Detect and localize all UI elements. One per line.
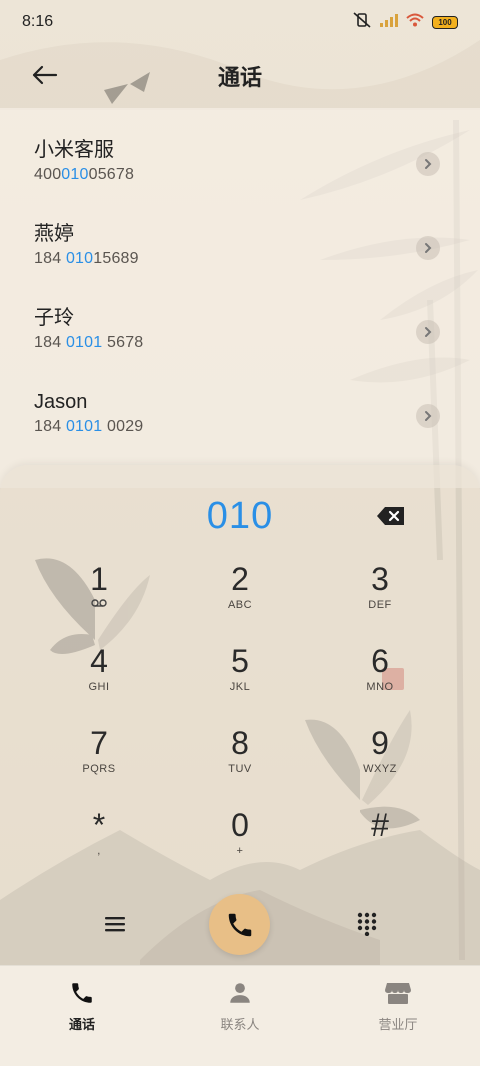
wifi-icon bbox=[406, 13, 424, 32]
person-icon bbox=[225, 978, 255, 1008]
page-title: 通话 bbox=[217, 65, 262, 90]
contact-number: 184 0101 5678 bbox=[34, 334, 144, 351]
key-digit: 7 bbox=[90, 725, 108, 761]
key-8[interactable]: 8 TUV bbox=[185, 725, 295, 799]
dialpad-icon bbox=[357, 912, 377, 936]
phone-icon bbox=[67, 978, 97, 1008]
key-digit: 8 bbox=[231, 725, 249, 761]
status-time: 8:16 bbox=[22, 13, 54, 30]
details-chevron-button[interactable] bbox=[416, 320, 440, 344]
contact-suggestions: 小米客服 40001005678 燕婷 184 01015689 子玲 184 … bbox=[0, 108, 480, 488]
details-chevron-button[interactable] bbox=[416, 152, 440, 176]
key-5[interactable]: 5 JKL bbox=[185, 643, 295, 717]
dialer-action-row bbox=[0, 893, 480, 957]
nav-label: 联系人 bbox=[220, 1017, 260, 1032]
contact-item[interactable]: 子玲 184 0101 5678 bbox=[0, 276, 480, 360]
key-letters: ABC bbox=[227, 599, 253, 611]
key-letters: DEF bbox=[368, 599, 392, 611]
key-letters: + bbox=[236, 845, 244, 857]
menu-icon bbox=[105, 917, 125, 932]
dialer-panel: 010 1 2 ABC 3 DEF 4 GHI 5 JKL 6 MNO 7 PQ… bbox=[0, 465, 480, 965]
chevron-right-icon bbox=[425, 327, 432, 337]
contact-name: 燕婷 bbox=[34, 223, 74, 245]
key-3[interactable]: 3 DEF bbox=[325, 561, 435, 635]
signal-icon bbox=[380, 13, 398, 32]
key-letters: PQRS bbox=[82, 763, 116, 775]
chevron-right-icon bbox=[425, 159, 432, 169]
store-icon bbox=[383, 978, 413, 1008]
nav-calls[interactable]: 通话 bbox=[22, 978, 142, 1038]
nav-label: 通话 bbox=[68, 1017, 95, 1032]
backspace-button[interactable] bbox=[376, 505, 406, 527]
status-icons: 100 bbox=[352, 11, 458, 33]
key-4[interactable]: 4 GHI bbox=[44, 643, 154, 717]
key-9[interactable]: 9 WXYZ bbox=[325, 725, 435, 799]
key-7[interactable]: 7 PQRS bbox=[44, 725, 154, 799]
nav-store[interactable]: 营业厅 bbox=[338, 978, 458, 1038]
nav-label: 营业厅 bbox=[378, 1017, 418, 1032]
back-button[interactable] bbox=[28, 58, 62, 92]
nav-contacts[interactable]: 联系人 bbox=[180, 978, 300, 1038]
menu-button[interactable] bbox=[98, 907, 132, 941]
backspace-icon bbox=[377, 507, 404, 525]
key-digit: 5 bbox=[231, 643, 249, 679]
contact-name: 小米客服 bbox=[34, 139, 114, 161]
key-digit: 6 bbox=[371, 643, 389, 679]
header: 通话 bbox=[0, 44, 480, 108]
contact-item[interactable]: 燕婷 184 01015689 bbox=[0, 192, 480, 276]
key-letters: MNO bbox=[366, 681, 394, 693]
key-digit: 2 bbox=[231, 561, 249, 597]
keypad-toggle-button[interactable] bbox=[350, 907, 384, 941]
key-digit: 9 bbox=[371, 725, 389, 761]
key-digit: 3 bbox=[371, 561, 389, 597]
chevron-right-icon bbox=[425, 411, 432, 421]
key-0[interactable]: 0 + bbox=[185, 807, 295, 881]
contact-item[interactable]: Jason 184 0101 0029 bbox=[0, 360, 480, 444]
key-letters: , bbox=[97, 845, 101, 857]
key-1[interactable]: 1 bbox=[44, 561, 154, 635]
contact-name: Jason bbox=[34, 391, 88, 413]
vibrate-off-icon bbox=[352, 11, 372, 33]
key-hash[interactable]: # bbox=[325, 807, 435, 881]
contact-number: 184 01015689 bbox=[34, 250, 139, 267]
key-letters: WXYZ bbox=[363, 763, 397, 775]
key-digit: # bbox=[371, 807, 389, 843]
contact-number: 184 0101 0029 bbox=[34, 418, 144, 435]
key-digit: * bbox=[92, 807, 106, 843]
key-letters: JKL bbox=[229, 681, 251, 693]
arrow-left-icon bbox=[32, 65, 58, 85]
key-letters: GHI bbox=[88, 681, 110, 693]
battery-icon: 100 bbox=[432, 15, 458, 29]
dial-input[interactable]: 010 bbox=[0, 495, 480, 538]
chevron-right-icon bbox=[425, 243, 432, 253]
status-bar: 8:16 100 bbox=[0, 0, 480, 44]
details-chevron-button[interactable] bbox=[416, 404, 440, 428]
bottom-navigation: 通话 联系人 营业厅 bbox=[0, 965, 480, 1066]
phone-icon bbox=[228, 913, 251, 936]
contact-number: 40001005678 bbox=[34, 166, 135, 183]
key-digit: 0 bbox=[231, 807, 249, 843]
key-digit: 1 bbox=[90, 561, 108, 597]
key-digit: 4 bbox=[90, 643, 108, 679]
contact-name: 子玲 bbox=[34, 307, 74, 329]
key-letters: TUV bbox=[228, 763, 252, 775]
key-2[interactable]: 2 ABC bbox=[185, 561, 295, 635]
contact-item[interactable]: 小米客服 40001005678 bbox=[0, 108, 480, 192]
key-6[interactable]: 6 MNO bbox=[325, 643, 435, 717]
key-star[interactable]: * , bbox=[44, 807, 154, 881]
voicemail-icon bbox=[91, 599, 107, 607]
call-button[interactable] bbox=[209, 894, 270, 955]
details-chevron-button[interactable] bbox=[416, 236, 440, 260]
